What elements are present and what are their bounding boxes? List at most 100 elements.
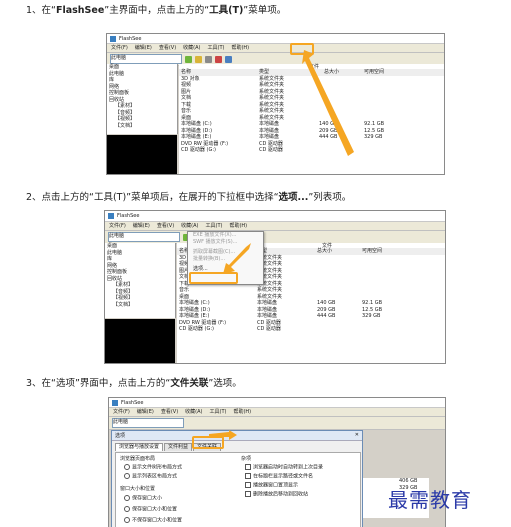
menu-bar: 文件(F) 编辑(E) 查看(V) 收藏(A) 工具(T) 帮助(H)	[107, 44, 444, 53]
address-bar[interactable]: 此电脑	[112, 418, 184, 428]
cell-name: 本地磁盘 (C:)	[181, 121, 212, 127]
cell-name: 本地磁盘 (E:)	[179, 313, 210, 319]
cell-name: 3D 对象	[181, 75, 200, 82]
menu-tools[interactable]: 工具(T)	[205, 223, 224, 229]
cell-name: 文档	[181, 95, 192, 101]
folder-tree: 桌面 此电脑 库 网络 控制面板 回收站 【素材】 【音频】 【视频】 【文档】	[107, 64, 178, 134]
menu-edit[interactable]: 编辑(E)	[132, 223, 151, 229]
cell-type: 系统文件夹	[257, 293, 283, 300]
delete-icon[interactable]	[215, 55, 222, 63]
cell-size: 209 GB	[317, 306, 336, 313]
tree-item[interactable]: 【文档】	[105, 302, 175, 309]
up-icon[interactable]	[185, 55, 192, 63]
menu-help[interactable]: 帮助(H)	[232, 409, 252, 415]
view-icon[interactable]	[205, 55, 212, 63]
cell-name: 桌面	[181, 114, 192, 121]
cell-name: 本地磁盘 (D:)	[179, 306, 211, 313]
menu-view[interactable]: 查看(V)	[156, 223, 175, 229]
cell-name: 音乐	[179, 287, 190, 293]
cell-free: 92.1 GB	[362, 300, 383, 306]
cell-name: 音乐	[181, 108, 192, 114]
window-title: FlashSee	[119, 35, 142, 42]
watermark: 最需教育	[388, 488, 472, 512]
options-icon[interactable]	[225, 55, 232, 63]
menu-help[interactable]: 帮助(H)	[230, 45, 250, 51]
folder-tree: 桌面 此电脑 库 网络 控制面板 回收站 【素材】 【音频】 【视频】 【文档】	[105, 243, 176, 318]
menu-item-exe[interactable]: EXE 播放文件(X)...	[188, 232, 263, 239]
app-icon	[110, 35, 116, 42]
close-icon[interactable]: ✕	[355, 432, 359, 438]
cell-type: CD 驱动器	[259, 147, 283, 153]
address-bar[interactable]: 此电脑	[110, 54, 182, 64]
cell-size: 140 GB	[317, 300, 336, 306]
cell-type: CD 驱动器	[259, 140, 283, 147]
menu-tools[interactable]: 工具(T)	[209, 409, 228, 415]
cell-type: 本地磁盘	[257, 313, 278, 319]
app-icon	[112, 399, 118, 406]
cell-name: 下载	[181, 101, 192, 108]
cell-name: 图片	[181, 88, 192, 95]
menu-help[interactable]: 帮助(H)	[228, 223, 248, 229]
folder-icon[interactable]	[195, 55, 202, 63]
arrow-icon	[302, 50, 354, 156]
cell-type: 系统文件夹	[259, 108, 285, 114]
preview-pane	[105, 319, 175, 363]
menu-favorites[interactable]: 收藏(A)	[182, 45, 201, 51]
cell-size: 444 GB	[317, 313, 336, 319]
dialog-title: 选项	[115, 432, 126, 439]
cell-free: 12.5 GB	[362, 306, 383, 313]
cell-free: 92.1 GB	[364, 121, 385, 127]
cell-type: 系统文件夹	[259, 82, 285, 88]
cell-type: 本地磁盘	[257, 306, 278, 313]
cell-type: 本地磁盘	[259, 134, 280, 140]
preview-pane	[107, 135, 177, 174]
cell-type: 本地磁盘	[257, 300, 278, 306]
menu-edit[interactable]: 编辑(E)	[134, 45, 153, 51]
cell-type: 系统文件夹	[259, 114, 285, 121]
menu-view[interactable]: 查看(V)	[158, 45, 177, 51]
cell-name: CD 驱动器 (G:)	[181, 147, 216, 153]
menu-tools[interactable]: 工具(T)	[207, 45, 226, 51]
tree-item[interactable]: 【文档】	[107, 123, 177, 130]
cell-type: CD 驱动器	[257, 319, 281, 326]
cell-type: 系统文件夹	[259, 88, 285, 95]
screenshot-1: FlashSee 文件(F) 编辑(E) 查看(V) 收藏(A) 工具(T) 帮…	[106, 33, 445, 175]
screenshot-2: FlashSee 文件(F) 编辑(E) 查看(V) 收藏(A) 工具(T) 帮…	[104, 210, 446, 364]
title-bar: FlashSee	[107, 34, 444, 44]
step-3-text: 3、在“选项”界面中，点击上方的“文件关联”选项。	[26, 378, 242, 389]
cell-name: DVD RW 驱动器 (F:)	[181, 140, 229, 147]
cell-name: 本地磁盘 (E:)	[181, 134, 212, 140]
menu-file[interactable]: 文件(F)	[112, 409, 131, 415]
cell-type: 本地磁盘	[259, 127, 280, 134]
tab-browser[interactable]: 浏览器与播放设置	[115, 443, 164, 451]
cell-free: 12.5 GB	[364, 127, 385, 134]
cell-type: 系统文件夹	[259, 75, 285, 82]
menu-favorites[interactable]: 收藏(A)	[180, 223, 199, 229]
step-2-text: 2、点击上方的“工具(T)”菜单项后，在展开的下拉框中选择“选项...”列表项。	[26, 192, 352, 203]
menu-edit[interactable]: 编辑(E)	[136, 409, 155, 415]
cell-name: 本地磁盘 (D:)	[181, 127, 213, 134]
arrow-icon	[209, 430, 237, 440]
arrow-icon	[223, 243, 251, 274]
options-dialog: 选项 ✕ 浏览器与播放设置 文件利益 文件关联 浏览器页面布局 显示文件树形布局…	[111, 430, 363, 527]
cell-free: 329 GB	[362, 313, 381, 319]
cell-name: 桌面	[179, 293, 190, 300]
cell-type: CD 驱动器	[257, 326, 281, 332]
table-row[interactable]: CD 驱动器 (G:) CD 驱动器	[177, 326, 445, 333]
menu-file[interactable]: 文件(F)	[110, 45, 129, 51]
cell-type: 系统文件夹	[257, 287, 283, 293]
menu-favorites[interactable]: 收藏(A)	[184, 409, 203, 415]
menu-file[interactable]: 文件(F)	[108, 223, 127, 229]
address-bar[interactable]: 此电脑	[108, 232, 180, 242]
cell-name: 视频	[181, 82, 192, 88]
app-icon	[108, 213, 114, 219]
menu-view[interactable]: 查看(V)	[160, 409, 179, 415]
step-1-text: 1、在“FlashSee”主界面中，点击上方的“工具(T)”菜单项。	[26, 5, 287, 16]
cell-type: 系统文件夹	[259, 101, 285, 108]
cell-type: 系统文件夹	[259, 95, 285, 101]
cell-free: 329 GB	[364, 134, 383, 140]
cell-type: 本地磁盘	[259, 121, 280, 127]
cell-name: DVD RW 驱动器 (F:)	[179, 319, 227, 326]
tab-files[interactable]: 文件利益	[164, 443, 193, 451]
cell-name: 本地磁盘 (C:)	[179, 300, 210, 306]
